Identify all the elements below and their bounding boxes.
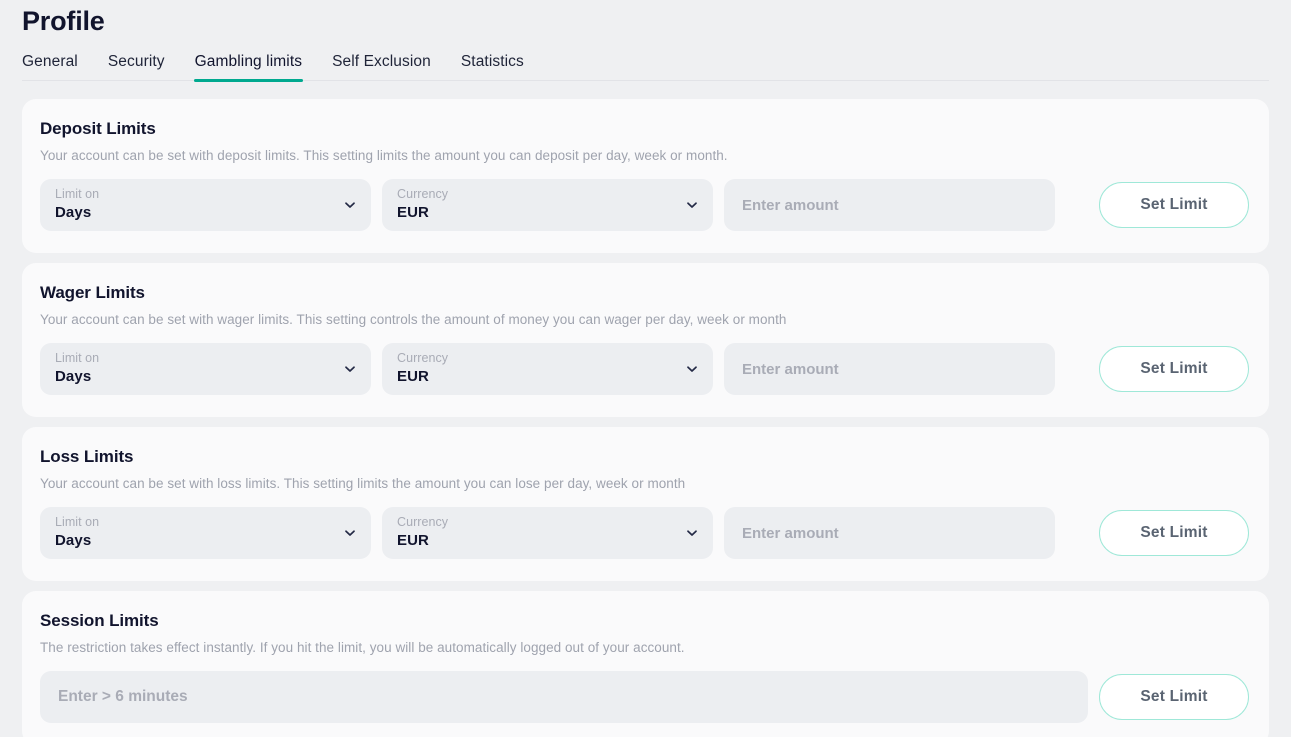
wager-limit-on-label: Limit on xyxy=(55,351,100,366)
loss-limits-controls: Limit on Days Currency EUR Set Limit xyxy=(40,507,1249,559)
deposit-limit-on-select[interactable]: Limit on Days xyxy=(40,179,371,231)
session-set-limit-button[interactable]: Set Limit xyxy=(1099,674,1249,720)
loss-set-limit-button[interactable]: Set Limit xyxy=(1099,510,1249,556)
deposit-limit-on-label: Limit on xyxy=(55,187,100,202)
deposit-currency-label: Currency xyxy=(397,187,449,202)
loss-limits-description: Your account can be set with loss limits… xyxy=(40,476,686,491)
tab-gambling-limits[interactable]: Gambling limits xyxy=(193,53,304,82)
tab-general[interactable]: General xyxy=(22,53,78,82)
wager-limits-controls: Limit on Days Currency EUR Set Limit xyxy=(40,343,1249,395)
chevron-down-icon xyxy=(685,526,699,540)
loss-amount-input[interactable] xyxy=(724,507,1055,559)
loss-currency-label: Currency xyxy=(397,515,449,530)
wager-limit-on-select[interactable]: Limit on Days xyxy=(40,343,371,395)
tab-statistics[interactable]: Statistics xyxy=(461,53,524,82)
deposit-set-limit-button[interactable]: Set Limit xyxy=(1099,182,1249,228)
wager-limits-card: Wager Limits Your account can be set wit… xyxy=(22,263,1269,417)
chevron-down-icon xyxy=(343,198,357,212)
wager-limits-description: Your account can be set with wager limit… xyxy=(40,312,787,327)
session-duration-input[interactable] xyxy=(40,671,1088,723)
loss-limit-on-value: Days xyxy=(55,532,92,550)
loss-currency-value: EUR xyxy=(397,532,429,550)
wager-currency-label: Currency xyxy=(397,351,449,366)
session-limits-description: The restriction takes effect instantly. … xyxy=(40,640,685,655)
deposit-limits-controls: Limit on Days Currency EUR Set Limit xyxy=(40,179,1249,231)
deposit-currency-value: EUR xyxy=(397,204,429,222)
profile-tabs: General Security Gambling limits Self Ex… xyxy=(0,37,1291,82)
chevron-down-icon xyxy=(343,526,357,540)
loss-limit-on-select[interactable]: Limit on Days xyxy=(40,507,371,559)
wager-currency-select[interactable]: Currency EUR xyxy=(382,343,713,395)
tab-self-exclusion[interactable]: Self Exclusion xyxy=(332,53,431,82)
gambling-limits-cards: Deposit Limits Your account can be set w… xyxy=(0,81,1291,737)
deposit-limits-card: Deposit Limits Your account can be set w… xyxy=(22,99,1269,253)
chevron-down-icon xyxy=(343,362,357,376)
chevron-down-icon xyxy=(685,362,699,376)
loss-currency-select[interactable]: Currency EUR xyxy=(382,507,713,559)
session-limits-title: Session Limits xyxy=(40,611,159,630)
loss-limit-on-label: Limit on xyxy=(55,515,100,530)
chevron-down-icon xyxy=(685,198,699,212)
deposit-currency-select[interactable]: Currency EUR xyxy=(382,179,713,231)
deposit-limit-on-value: Days xyxy=(55,204,92,222)
deposit-amount-input[interactable] xyxy=(724,179,1055,231)
tab-security[interactable]: Security xyxy=(108,53,165,82)
session-limits-controls: Set Limit xyxy=(40,671,1249,723)
deposit-limits-description: Your account can be set with deposit lim… xyxy=(40,148,728,163)
page-title: Profile xyxy=(22,6,105,36)
wager-set-limit-button[interactable]: Set Limit xyxy=(1099,346,1249,392)
loss-limits-title: Loss Limits xyxy=(40,447,134,466)
loss-limits-card: Loss Limits Your account can be set with… xyxy=(22,427,1269,581)
deposit-limits-title: Deposit Limits xyxy=(40,119,156,138)
profile-page: Profile General Security Gambling limits… xyxy=(0,0,1291,737)
wager-currency-value: EUR xyxy=(397,368,429,386)
wager-limits-title: Wager Limits xyxy=(40,283,145,302)
wager-limit-on-value: Days xyxy=(55,368,92,386)
wager-amount-input[interactable] xyxy=(724,343,1055,395)
session-limits-card: Session Limits The restriction takes eff… xyxy=(22,591,1269,737)
